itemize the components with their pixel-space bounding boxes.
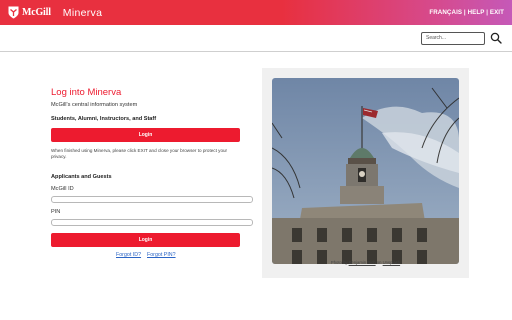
login-title: Log into Minerva — [51, 87, 122, 98]
unsplash-link[interactable]: Unsplash — [383, 260, 400, 265]
pin-field[interactable] — [51, 219, 253, 226]
login-button[interactable]: Login — [51, 128, 240, 142]
top-header: McGill Minerva FRANÇAIS | HELP | EXIT — [0, 0, 512, 25]
students-heading: Students, Alumni, Instructors, and Staff — [51, 116, 157, 122]
app-title: Minerva — [62, 6, 103, 19]
credit-connector: on — [376, 260, 382, 265]
forgot-pin-link[interactable]: Forgot PIN? — [147, 252, 176, 258]
search-input[interactable] — [421, 31, 485, 45]
forgot-id-link[interactable]: Forgot ID? — [116, 252, 141, 258]
photo-author-link[interactable]: Benjamin Rich — [349, 260, 376, 265]
applicants-heading: Applicants and Guests — [51, 174, 112, 180]
photo-credit: Photo by Benjamin Rich on Unsplash — [262, 260, 469, 265]
search-icon — [490, 32, 502, 44]
pin-label: PIN — [51, 209, 61, 215]
mcgill-id-label: McGill ID — [51, 186, 74, 192]
mcgill-logo[interactable]: McGill — [8, 6, 51, 19]
photo-card: Photo by Benjamin Rich on Unsplash — [262, 68, 469, 278]
campus-photo — [272, 78, 459, 264]
language-help-exit-links[interactable]: FRANÇAIS | HELP | EXIT — [429, 9, 504, 16]
privacy-note: When finished using Minerva, please clic… — [51, 148, 228, 159]
credit-prefix: Photo by — [330, 260, 348, 265]
search-button[interactable] — [490, 32, 502, 44]
login-subtitle: McGill's central information system — [51, 102, 138, 108]
mcgill-id-field[interactable] — [51, 196, 253, 203]
login-panel: Log into Minerva McGill's central inform… — [51, 87, 241, 108]
arts-building-image — [272, 78, 459, 264]
search-bar — [0, 25, 512, 52]
guest-login-button[interactable]: Login — [51, 233, 240, 247]
mcgill-shield-icon — [8, 6, 19, 19]
brand-name: McGill — [22, 7, 51, 18]
